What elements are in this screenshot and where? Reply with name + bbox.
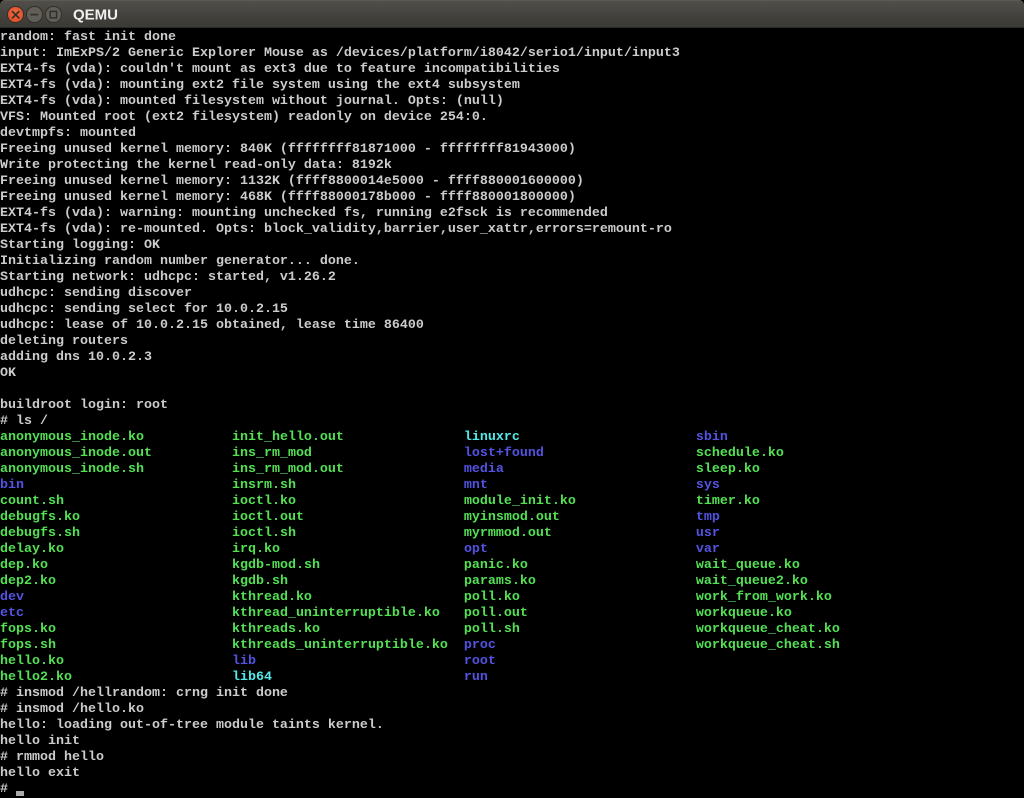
svg-text:QEMU: QEMU: [73, 7, 118, 24]
